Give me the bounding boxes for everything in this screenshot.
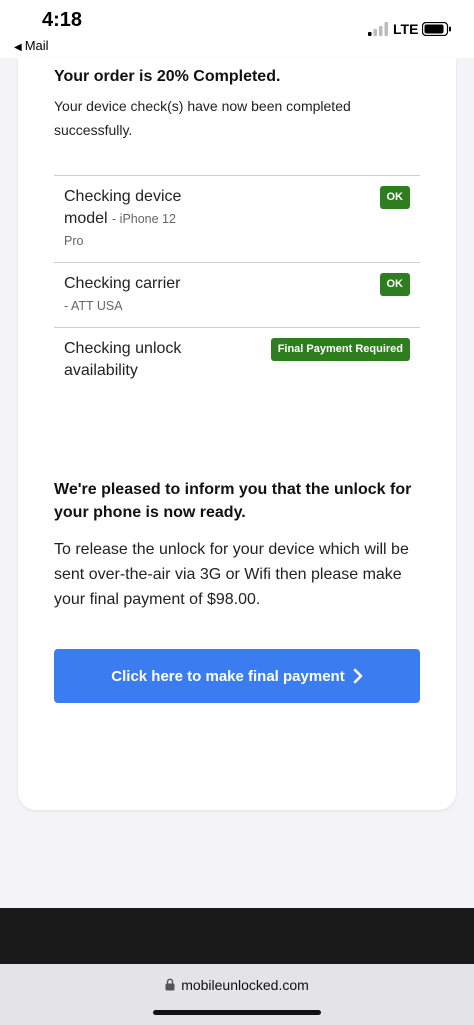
lock-icon [165, 978, 175, 991]
check-label-text: Checking unlock availability [64, 340, 182, 379]
battery-icon [422, 22, 451, 36]
back-to-app-link[interactable]: ◀ Mail [14, 38, 49, 53]
back-app-label: Mail [24, 38, 49, 53]
check-row-unlock-availability: Checking unlock availability Final Payme… [54, 327, 420, 392]
unlock-ready-heading: We're pleased to inform you that the unl… [54, 481, 412, 521]
check-row-device-model: Checking device model - iPhone 12 Pro OK [54, 175, 420, 262]
device-check-list: Checking device model - iPhone 12 Pro OK… [54, 175, 420, 392]
home-indicator[interactable] [153, 1010, 321, 1015]
status-bar: 4:18 ◀ Mail LTE [0, 0, 474, 58]
make-final-payment-button[interactable]: Click here to make final payment [54, 649, 420, 703]
order-progress-subtitle: Your device check(s) have now been compl… [54, 98, 351, 138]
unlock-ready-message: To release the unlock for your device wh… [54, 541, 409, 608]
back-triangle-icon: ◀ [14, 42, 22, 53]
browser-address-bar[interactable]: mobileunlocked.com [0, 964, 474, 1025]
status-badge: Final Payment Required [270, 338, 410, 361]
status-badge: OK [379, 186, 410, 209]
chevron-right-icon [353, 668, 363, 684]
signal-strength-icon [368, 22, 388, 36]
check-label: Checking device model - iPhone 12 Pro [64, 186, 184, 252]
payment-button-label: Click here to make final payment [111, 667, 345, 685]
order-card: Your order is 20% Completed. Your device… [18, 58, 456, 810]
check-row-carrier: Checking carrier - ATT USA OK [54, 262, 420, 327]
check-label: Checking carrier - ATT USA [64, 273, 184, 317]
url-text: mobileunlocked.com [181, 977, 309, 993]
check-label-text: Checking carrier [64, 275, 181, 292]
status-badge: OK [379, 273, 410, 296]
url-display[interactable]: mobileunlocked.com [0, 977, 474, 993]
check-detail: - ATT USA [64, 299, 123, 313]
network-type: LTE [393, 21, 419, 37]
page-footer-dark [0, 908, 474, 964]
status-time: 4:18 [42, 9, 83, 31]
order-progress-title: Your order is 20% Completed. [54, 68, 281, 85]
page-content: Your order is 20% Completed. Your device… [0, 58, 474, 908]
check-label: Checking unlock availability [64, 338, 184, 382]
